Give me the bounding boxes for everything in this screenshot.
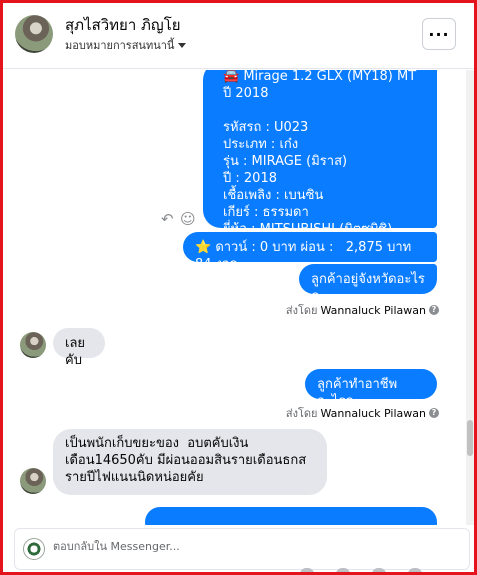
reply-icon[interactable]: ↶ — [161, 210, 174, 228]
contact-avatar[interactable] — [15, 15, 53, 53]
assign-label: มอบหมายการสนทนานี้ — [65, 39, 175, 52]
chevron-down-icon — [178, 42, 187, 48]
payment-message[interactable]: ⭐ ดาวน์ : 0 บาท ผ่อน : 2,875 บาท 84 งวด — [183, 232, 437, 272]
tool-icon[interactable] — [300, 568, 314, 574]
tool-icon[interactable] — [336, 568, 350, 574]
tool-icon[interactable] — [372, 568, 386, 574]
car-details-message[interactable]: 🚘 Mirage 1.2 GLX (MY18) MT ปี 2018 รหัสร… — [203, 70, 437, 237]
smiley-icon[interactable]: ☺ — [180, 210, 196, 228]
message-thread: 🚘 Mirage 1.2 GLX (MY18) MT ปี 2018 รหัสร… — [3, 70, 474, 525]
sent-by-label: ส่งโดย — [285, 407, 318, 420]
sent-by-line: ส่งโดย Wannaluck Pilawan ? — [286, 404, 439, 422]
sent-by-line: ส่งโดย Wannaluck Pilawan ? — [286, 301, 439, 319]
contact-name[interactable]: สุภไสวิทยา ภิญโย — [65, 13, 181, 37]
reply-input[interactable] — [53, 540, 433, 553]
sender-name[interactable]: Wannaluck Pilawan — [321, 304, 427, 317]
ask-province-message[interactable]: ลูกค้าอยู่จังหวัดอะไรคะ — [299, 264, 437, 304]
incoming-message[interactable]: เลยคับ — [53, 328, 105, 368]
contact-small-avatar[interactable] — [20, 332, 46, 358]
sender-name[interactable]: Wannaluck Pilawan — [321, 407, 427, 420]
more-options-button[interactable]: ··· — [422, 18, 456, 50]
ask-occupation-message[interactable]: ลูกค้าทำอาชีพอะไรคะ — [305, 369, 437, 409]
conversation-header: สุภไสวิทยา ภิญโย มอบหมายการสนทนานี้ ··· — [3, 3, 474, 69]
composer-tools-partial — [300, 568, 470, 574]
page-avatar — [23, 538, 45, 560]
chat-scrollbar[interactable] — [466, 70, 474, 525]
assign-conversation-dropdown[interactable]: มอบหมายการสนทนานี้ — [65, 36, 187, 54]
incoming-message[interactable]: เป็นพนักเก็บขยะของ อบตคับเงินเดือน14650ค… — [53, 429, 327, 495]
chat-scrollbar-thumb[interactable] — [467, 420, 473, 456]
sent-by-label: ส่งโดย — [285, 304, 318, 317]
info-icon[interactable]: ? — [429, 408, 439, 418]
tool-icon[interactable] — [408, 568, 422, 574]
info-icon[interactable]: ? — [429, 305, 439, 315]
outgoing-message-partial[interactable] — [145, 507, 437, 525]
reply-composer — [14, 528, 470, 570]
contact-small-avatar[interactable] — [20, 468, 46, 494]
